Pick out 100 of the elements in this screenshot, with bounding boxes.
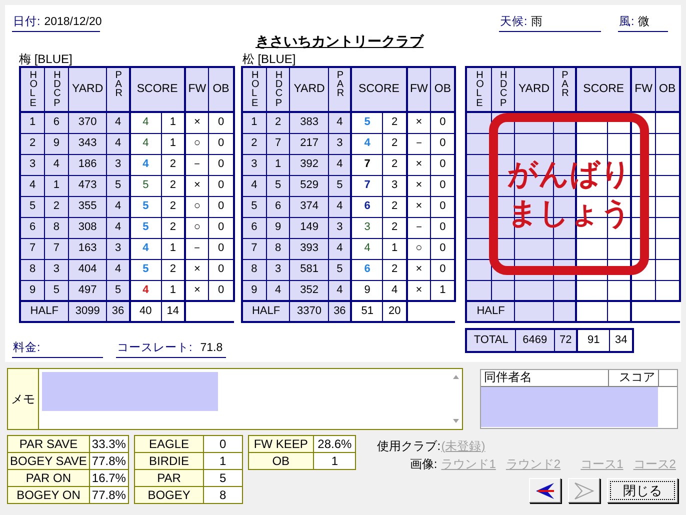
stat-value: 33.3% xyxy=(89,436,128,452)
table-cell: 8 xyxy=(20,259,45,280)
fee-label: 料金: xyxy=(13,342,40,356)
table-cell: 1 xyxy=(430,280,456,301)
table-cell: 1 xyxy=(20,112,45,133)
close-button[interactable]: 閉じる xyxy=(606,478,678,503)
stat-label: BOGEY xyxy=(134,486,204,504)
table-cell: 4 xyxy=(106,217,130,238)
stat-value: 0 xyxy=(204,436,242,452)
table-cell: 14 xyxy=(161,301,186,322)
course-rate-value: 71.8 xyxy=(200,342,223,356)
table-cell: 8 xyxy=(242,259,266,280)
table-cell: 0 xyxy=(208,133,234,154)
table-cell: 4 xyxy=(242,175,266,196)
table-cell: 5 xyxy=(328,175,352,196)
table-cell: 7 xyxy=(266,133,290,154)
table-cell: 0 xyxy=(430,259,456,280)
table-cell: 581 xyxy=(290,259,329,280)
table-cell: 7 xyxy=(242,238,266,259)
table-cell: 36 xyxy=(328,301,352,322)
table-cell: 51 xyxy=(351,301,383,322)
stat-label: EAGLE xyxy=(134,436,204,452)
table-cell: 308 xyxy=(68,217,107,238)
right-arrow-icon xyxy=(572,482,595,500)
table-cell: 4 xyxy=(106,112,130,133)
course-title: きさいちカントリークラブ xyxy=(256,33,424,50)
stat-value: 5 xyxy=(204,470,242,486)
table-cell: 3 xyxy=(20,154,45,175)
score-cell: 9 xyxy=(351,280,383,301)
table-cell: 3 xyxy=(106,154,130,175)
table-cell: 393 xyxy=(290,238,329,259)
table-cell: 392 xyxy=(290,154,329,175)
table-cell: 1 xyxy=(242,112,266,133)
stat-value: 28.6% xyxy=(314,436,356,452)
table-cell: 2 xyxy=(20,133,45,154)
table-cell: 163 xyxy=(68,238,107,259)
score-cell: 3 xyxy=(351,217,383,238)
score-cell: 4 xyxy=(351,133,383,154)
table-cell: 3 xyxy=(382,175,407,196)
table-cell: 4 xyxy=(328,238,352,259)
column-header: HDCP xyxy=(44,67,68,112)
table-cell: TOTAL xyxy=(466,329,516,352)
table-cell: HALF xyxy=(20,301,68,322)
table-cell: HALF xyxy=(466,301,515,322)
table-cell: 4 xyxy=(328,196,352,217)
table-cell: 7 xyxy=(20,238,45,259)
table-cell: ○ xyxy=(185,217,209,238)
column-header: OB xyxy=(208,67,234,112)
table-cell: 529 xyxy=(290,175,329,196)
table-cell: 4 xyxy=(328,154,352,175)
table-cell: 4 xyxy=(44,154,68,175)
table-cell: 3 xyxy=(106,238,130,259)
table-cell: 3370 xyxy=(290,301,329,322)
table-cell: 3 xyxy=(44,259,68,280)
table-cell: 6 xyxy=(266,196,290,217)
table-cell: 0 xyxy=(430,175,456,196)
table-cell: 20 xyxy=(382,301,407,322)
column-header: PAR xyxy=(553,67,576,112)
table-cell: 9 xyxy=(20,280,45,301)
stat-value: 1 xyxy=(314,452,356,470)
stat-label: PAR ON xyxy=(8,470,90,486)
stat-label: BOGEY ON xyxy=(8,486,90,504)
table-cell: 0 xyxy=(208,259,234,280)
score-cell: 7 xyxy=(351,154,383,175)
column-header: SCORE xyxy=(576,67,632,112)
table-cell: 1 xyxy=(161,112,186,133)
table-cell: 8 xyxy=(266,238,290,259)
column-header: OB xyxy=(430,67,456,112)
table-cell: 374 xyxy=(290,196,329,217)
table-cell: 4 xyxy=(328,280,352,301)
table-cell: 5 xyxy=(44,280,68,301)
companion-list[interactable]: 同伴者名 スコア xyxy=(480,369,678,429)
wind-label: 風: xyxy=(619,16,634,30)
table-cell: 91 xyxy=(577,329,610,352)
column-header: FW xyxy=(406,67,431,112)
column-header: YARD xyxy=(290,67,329,112)
table-cell: 217 xyxy=(290,133,329,154)
table-cell: 1 xyxy=(161,133,186,154)
table-cell: 2 xyxy=(266,112,290,133)
column-header[interactable]: 同伴者名 xyxy=(481,370,609,386)
table-cell: 355 xyxy=(68,196,107,217)
table-cell: 0 xyxy=(208,112,234,133)
table-cell: 34 xyxy=(609,329,634,352)
table-cell: 2 xyxy=(161,175,186,196)
table-cell: 9 xyxy=(242,280,266,301)
score-cell: 6 xyxy=(351,196,383,217)
date-label: 日付: xyxy=(13,16,40,30)
table-cell: 2 xyxy=(161,259,186,280)
stat-label: OB xyxy=(248,452,314,470)
table-cell: 0 xyxy=(208,175,234,196)
table-cell: HALF xyxy=(242,301,290,322)
table-cell: 0 xyxy=(208,196,234,217)
back-button[interactable] xyxy=(528,478,561,503)
weather-label: 天候: xyxy=(500,16,528,30)
course-rate-label: コースレート: xyxy=(117,342,192,356)
table-cell: 5 xyxy=(328,259,352,280)
table-cell: 2 xyxy=(382,154,407,175)
table-cell: 3099 xyxy=(68,301,107,322)
column-header[interactable]: スコア xyxy=(609,370,659,386)
table-cell: 4 xyxy=(382,280,407,301)
